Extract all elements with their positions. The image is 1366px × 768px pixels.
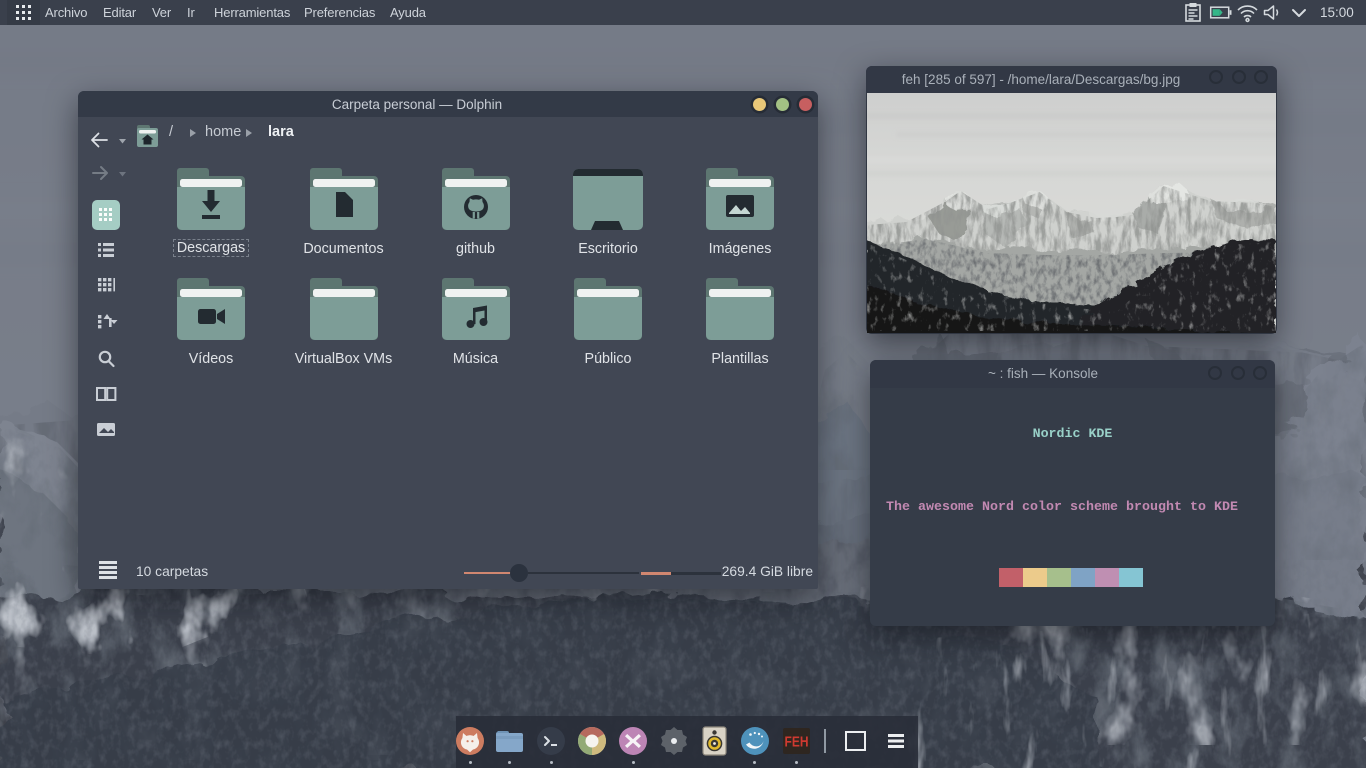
svg-text:FEH: FEH (785, 734, 809, 751)
